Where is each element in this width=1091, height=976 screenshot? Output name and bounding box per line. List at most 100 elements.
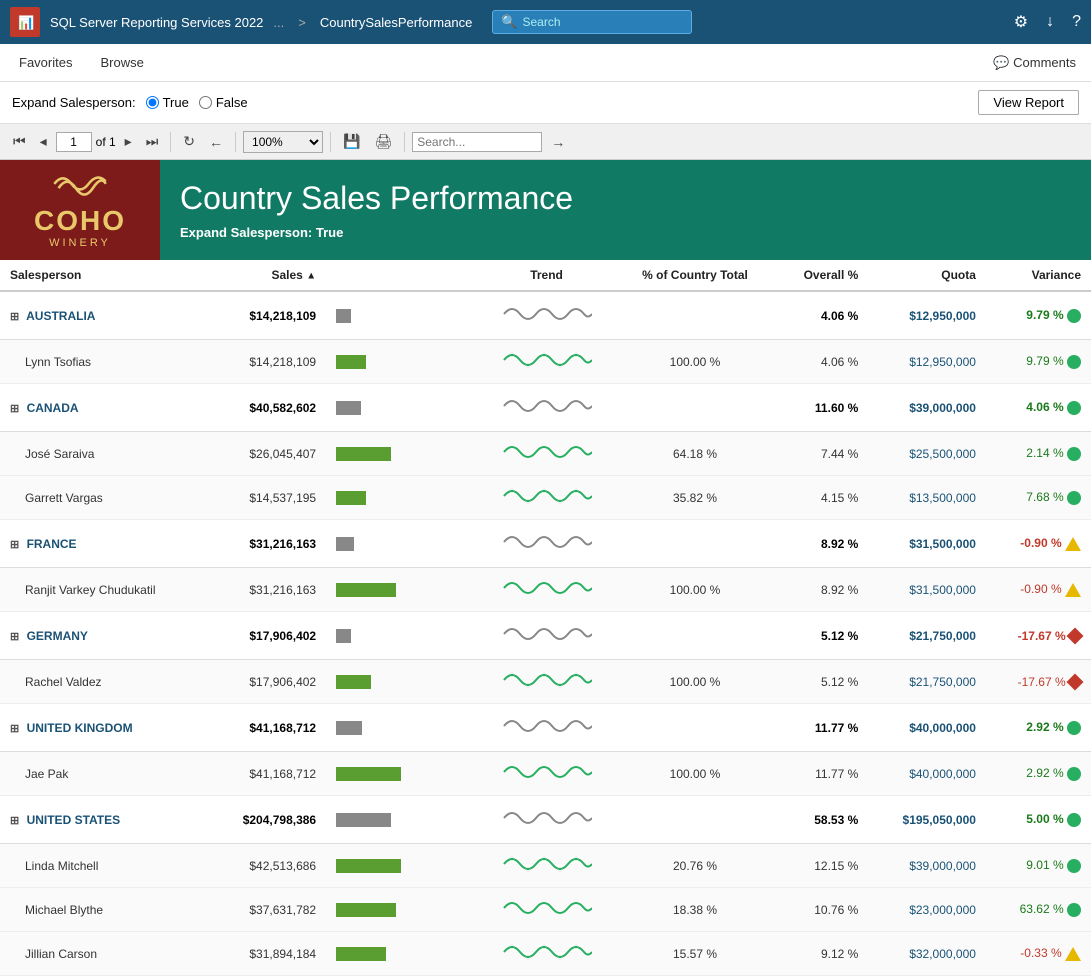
country-name: ⊞ FRANCE bbox=[0, 520, 208, 568]
last-page-button[interactable]: ⏭ bbox=[141, 130, 164, 153]
country-bar bbox=[326, 796, 477, 844]
col-country-total: % of Country Total bbox=[616, 260, 774, 291]
country-overall: 58.53 % bbox=[774, 796, 868, 844]
comments-button[interactable]: 💬 Comments bbox=[993, 55, 1076, 71]
radio-false-input[interactable] bbox=[199, 96, 212, 109]
first-page-button[interactable]: ⏮ bbox=[8, 130, 31, 153]
country-trend bbox=[477, 520, 616, 568]
comments-label: Comments bbox=[1013, 55, 1076, 70]
person-variance: -0.33 % bbox=[986, 932, 1091, 976]
country-variance: 2.92 % bbox=[986, 704, 1091, 752]
person-bar bbox=[326, 888, 477, 932]
indicator-green bbox=[1067, 447, 1081, 461]
page-of-label: of 1 bbox=[96, 135, 116, 149]
app-logo: 📊 bbox=[10, 7, 40, 37]
country-name: ⊞ CANADA bbox=[0, 384, 208, 432]
expand-icon[interactable]: ⊞ bbox=[10, 403, 19, 415]
country-quota: $39,000,000 bbox=[868, 384, 986, 432]
table-body: ⊞ AUSTRALIA $14,218,109 4.06 % $12,950,0… bbox=[0, 291, 1091, 976]
toolbar-sep-1 bbox=[170, 132, 171, 152]
report-toolbar: ⏮ ◂ of 1 ▸ ⏭ ↻ ← 100% 25% 50% 75% 125% 1… bbox=[0, 124, 1091, 160]
expand-icon[interactable]: ⊞ bbox=[10, 815, 19, 827]
radio-true-label: True bbox=[163, 95, 189, 110]
page-number-input[interactable] bbox=[56, 132, 92, 152]
country-quota: $40,000,000 bbox=[868, 704, 986, 752]
expand-icon[interactable]: ⊞ bbox=[10, 539, 19, 551]
indicator-red bbox=[1067, 674, 1084, 691]
col-sales[interactable]: Sales ▲ bbox=[208, 260, 326, 291]
country-trend bbox=[477, 384, 616, 432]
indicator-green bbox=[1067, 813, 1081, 827]
country-pct bbox=[616, 384, 774, 432]
col-bar bbox=[326, 260, 477, 291]
next-page-button[interactable]: ▸ bbox=[120, 130, 137, 153]
report-search-input[interactable] bbox=[412, 132, 542, 152]
person-country-pct: 20.76 % bbox=[616, 844, 774, 888]
report-content: COHO WINERY Country Sales Performance Ex… bbox=[0, 160, 1091, 976]
search-input[interactable] bbox=[523, 15, 684, 29]
person-bar bbox=[326, 432, 477, 476]
country-overall: 11.60 % bbox=[774, 384, 868, 432]
person-country-pct: 100.00 % bbox=[616, 752, 774, 796]
col-salesperson: Salesperson bbox=[0, 260, 208, 291]
indicator-green bbox=[1067, 767, 1081, 781]
person-quota: $13,500,000 bbox=[868, 476, 986, 520]
settings-icon[interactable]: ⚙ bbox=[1014, 12, 1028, 32]
save-button[interactable]: 💾 bbox=[338, 130, 365, 153]
browse-link[interactable]: Browse bbox=[96, 47, 147, 78]
download-icon[interactable]: ↓ bbox=[1046, 13, 1054, 31]
favorites-link[interactable]: Favorites bbox=[15, 47, 76, 78]
indicator-red bbox=[1067, 628, 1084, 645]
search-box[interactable]: 🔍 bbox=[492, 10, 692, 34]
svg-text:📊: 📊 bbox=[18, 15, 34, 30]
person-trend bbox=[477, 932, 616, 976]
radio-true[interactable]: True bbox=[146, 95, 189, 110]
country-overall: 8.92 % bbox=[774, 520, 868, 568]
toolbar-sep-3 bbox=[330, 132, 331, 152]
person-overall: 8.92 % bbox=[774, 568, 868, 612]
refresh-button[interactable]: ↻ bbox=[178, 130, 200, 153]
help-icon[interactable]: ? bbox=[1072, 13, 1081, 31]
person-name: Rachel Valdez bbox=[0, 660, 208, 704]
country-name: ⊞ UNITED KINGDOM bbox=[0, 704, 208, 752]
breadcrumb[interactable]: CountrySalesPerformance bbox=[320, 15, 472, 30]
person-sales: $26,045,407 bbox=[208, 432, 326, 476]
country-bar bbox=[326, 520, 477, 568]
print-button[interactable]: 🖨 bbox=[369, 130, 397, 153]
person-sales: $31,216,163 bbox=[208, 568, 326, 612]
back-button[interactable]: ← bbox=[204, 131, 228, 153]
sales-table: Salesperson Sales ▲ Trend % of Country T… bbox=[0, 260, 1091, 976]
person-bar bbox=[326, 660, 477, 704]
radio-false[interactable]: False bbox=[199, 95, 248, 110]
second-nav: Favorites Browse 💬 Comments bbox=[0, 44, 1091, 82]
country-overall: 11.77 % bbox=[774, 704, 868, 752]
search-go-button[interactable]: → bbox=[546, 131, 570, 153]
person-country-pct: 100.00 % bbox=[616, 568, 774, 612]
person-sales: $37,631,782 bbox=[208, 888, 326, 932]
person-trend bbox=[477, 888, 616, 932]
person-name: Ranjit Varkey Chudukatil bbox=[0, 568, 208, 612]
person-trend bbox=[477, 660, 616, 704]
expand-icon[interactable]: ⊞ bbox=[10, 723, 19, 735]
zoom-select[interactable]: 100% 25% 50% 75% 125% 150% 200% bbox=[243, 131, 323, 153]
indicator-green bbox=[1067, 309, 1081, 323]
expand-icon[interactable]: ⊞ bbox=[10, 311, 19, 323]
logo-box: COHO WINERY bbox=[0, 160, 160, 260]
toolbar-sep-4 bbox=[404, 132, 405, 152]
country-label: FRANCE bbox=[27, 537, 77, 551]
person-trend bbox=[477, 340, 616, 384]
radio-true-input[interactable] bbox=[146, 96, 159, 109]
country-quota: $31,500,000 bbox=[868, 520, 986, 568]
prev-page-button[interactable]: ◂ bbox=[35, 130, 52, 153]
country-bar bbox=[326, 612, 477, 660]
country-variance: -17.67 % bbox=[986, 612, 1091, 660]
expand-icon[interactable]: ⊞ bbox=[10, 631, 19, 643]
view-report-button[interactable]: View Report bbox=[978, 90, 1079, 115]
person-quota: $40,000,000 bbox=[868, 752, 986, 796]
nav-ellipsis: ... bbox=[273, 15, 284, 30]
person-sales: $31,894,184 bbox=[208, 932, 326, 976]
country-label: UNITED STATES bbox=[27, 813, 121, 827]
app-name: SQL Server Reporting Services 2022 bbox=[50, 15, 263, 30]
logo-coho: COHO bbox=[34, 205, 126, 237]
person-quota: $21,750,000 bbox=[868, 660, 986, 704]
